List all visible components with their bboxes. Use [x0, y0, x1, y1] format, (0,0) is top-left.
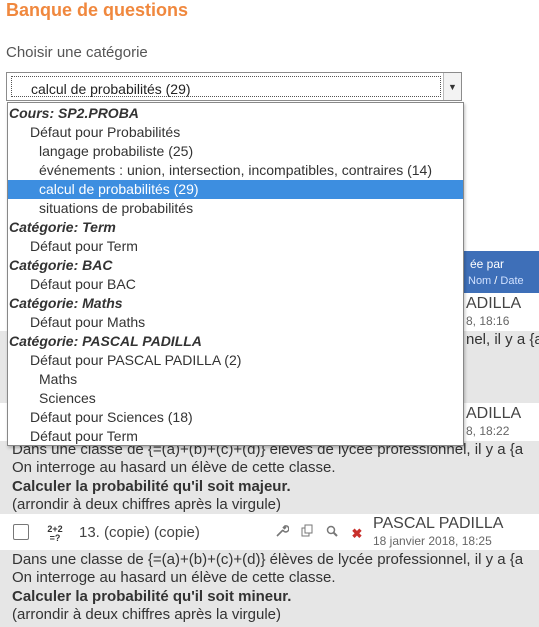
- wrench-icon[interactable]: [272, 524, 292, 544]
- category-label: Choisir une catégorie: [6, 44, 148, 61]
- question-name: 13. (copie) (copie): [79, 524, 200, 541]
- dropdown-option[interactable]: langage probabiliste (25): [8, 142, 463, 161]
- sort-by-name-link[interactable]: Nom: [468, 275, 491, 287]
- question-prompt: Calculer la probabilité qu'il soit majeu…: [12, 478, 291, 495]
- question-author: ADILLA: [466, 295, 522, 312]
- dropdown-group-label: Catégorie: Term: [9, 219, 116, 235]
- magnifier-icon[interactable]: [322, 524, 342, 544]
- question-hint: (arrondir à deux chiffres après la virgu…: [12, 496, 282, 513]
- calculated-question-icon: 2+2 =?: [45, 525, 65, 543]
- category-dropdown-list[interactable]: Cours: SP2.PROBA Défaut pour Probabilités…: [7, 102, 464, 446]
- dropdown-group-label: Catégorie: PASCAL PADILLA: [9, 333, 202, 349]
- sort-separator: /: [494, 275, 498, 287]
- table-header: ée par Nom / Date: [462, 251, 539, 293]
- question-author: PASCAL PADILLA: [373, 515, 504, 532]
- question-text-line: On interroge au hasard un élève de cette…: [12, 459, 336, 476]
- page-title: Banque de questions: [6, 0, 189, 20]
- sort-label: ée par: [470, 257, 505, 271]
- question-select-checkbox[interactable]: [13, 524, 29, 540]
- question-text-line: On interroge au hasard un élève de cette…: [12, 569, 336, 586]
- qtype-icon-bottom: =?: [49, 533, 61, 543]
- dropdown-option[interactable]: Défaut pour Maths: [8, 313, 463, 332]
- copy-icon[interactable]: [297, 524, 317, 544]
- dropdown-group-label: Catégorie: BAC: [9, 257, 113, 273]
- dropdown-option[interactable]: Sciences: [8, 389, 463, 408]
- dropdown-option[interactable]: Défaut pour Term: [8, 427, 463, 446]
- dropdown-option[interactable]: Maths: [8, 370, 463, 389]
- dropdown-option[interactable]: Défaut pour BAC: [8, 275, 463, 294]
- sort-links: Nom / Date: [468, 275, 524, 287]
- question-author: ADILLA: [466, 405, 522, 422]
- dropdown-option[interactable]: événements : union, intersection, incomp…: [8, 161, 463, 180]
- dropdown-group-label: Catégorie: Maths: [9, 295, 123, 311]
- question-text-line: nel, il y a {a: [466, 331, 539, 348]
- category-select[interactable]: calcul de probabilités (29) ▼: [6, 72, 462, 101]
- question-prompt: Calculer la probabilité qu'il soit mineu…: [12, 588, 292, 605]
- dropdown-option[interactable]: Défaut pour Probabilités: [8, 123, 463, 142]
- question-date: 8, 18:22: [466, 424, 510, 438]
- dropdown-option[interactable]: Défaut pour PASCAL PADILLA (2): [8, 351, 463, 370]
- question-date: 18 janvier 2018, 18:25: [373, 534, 492, 548]
- question-hint: (arrondir à deux chiffres après la virgu…: [12, 606, 282, 623]
- delete-x-icon[interactable]: ✖: [347, 524, 367, 544]
- category-select-value: calcul de probabilités (29): [31, 81, 191, 97]
- dropdown-option[interactable]: situations de probabilités: [8, 199, 463, 218]
- dropdown-option[interactable]: Défaut pour Term: [8, 237, 463, 256]
- dropdown-option[interactable]: calcul de probabilités (29): [8, 180, 463, 199]
- question-text-line: Dans une classe de {=(a)+(b)+(c)+(d)} él…: [12, 551, 524, 568]
- sort-by-date-link[interactable]: Date: [500, 275, 523, 287]
- question-date: 8, 18:16: [466, 314, 510, 328]
- dropdown-group-label: Cours: SP2.PROBA: [9, 105, 139, 121]
- dropdown-option[interactable]: Défaut pour Sciences (18): [8, 408, 463, 427]
- chevron-down-icon[interactable]: ▼: [443, 73, 461, 100]
